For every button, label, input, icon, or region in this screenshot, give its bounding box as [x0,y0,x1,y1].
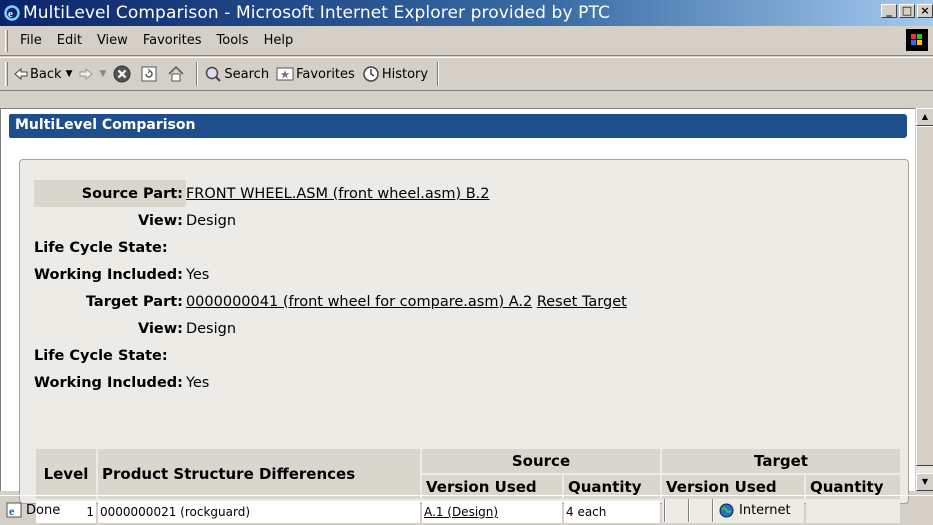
target-lifecycle-value [186,342,627,369]
menu-tools[interactable]: Tools [211,33,258,48]
menu-bar: File Edit View Favorites Tools Help [0,26,933,56]
source-working-label: Working Included: [34,266,183,283]
back-button[interactable]: Back ▼ [14,67,72,82]
status-pane-2 [689,498,713,522]
toolbar-separator [437,62,440,86]
internet-explorer-icon: e [3,4,21,22]
minimize-button[interactable]: _ [881,4,897,18]
menu-view[interactable]: View [91,33,137,48]
svg-text:e: e [8,8,13,20]
comparison-panel: Source Part: FRONT WHEEL.ASM (front whee… [19,159,909,523]
toolbar-grip[interactable] [5,62,8,86]
status-pane-1 [665,498,689,522]
search-button[interactable]: Search [204,65,269,83]
status-main-pane: e Done [0,498,665,522]
back-label: Back [30,66,62,82]
target-part-link[interactable]: 0000000041 (front wheel for compare.asm)… [186,294,532,310]
target-view-label: View: [137,320,183,337]
source-part-value-cell: FRONT WHEEL.ASM (front wheel.asm) B.2 [186,180,627,207]
windows-logo-icon [906,29,928,51]
security-zone-pane: Internet [713,498,913,522]
menu-file[interactable]: File [14,33,51,48]
target-working-value: Yes [185,374,210,391]
toolbar-separator [196,62,199,86]
favorites-label: Favorites [296,66,355,82]
source-view-label: View: [137,212,183,229]
back-dropdown-icon[interactable]: ▼ [66,69,73,79]
standard-toolbar: Back ▼ ▼ Search Favorites History [0,57,933,91]
source-lifecycle-value [186,234,627,261]
vertical-scrollbar[interactable]: ▲ ▼ [915,108,933,491]
forward-arrow-icon [79,68,94,80]
internet-globe-icon [719,503,734,518]
forward-button[interactable]: ▼ [79,68,106,80]
security-zone-label: Internet [739,502,791,518]
home-button[interactable] [167,65,187,83]
maximize-button[interactable]: □ [899,4,915,18]
close-button[interactable]: × [917,4,933,18]
target-view-value: Design [185,320,237,337]
menu-grip[interactable] [5,29,8,52]
source-part-label: Source Part: [34,180,186,207]
page-done-icon: e [6,502,22,518]
source-view-value: Design [185,212,237,229]
search-icon [204,65,222,83]
home-icon [167,65,185,83]
stop-button[interactable] [113,65,133,83]
source-group-header: Source [422,449,660,473]
refresh-button[interactable] [140,65,160,83]
window-title-bar: e MultiLevel Comparison - Microsoft Inte… [0,0,933,26]
status-text: Done [26,502,61,518]
favorites-button[interactable]: Favorites [276,66,355,82]
page-header: MultiLevel Comparison [9,114,907,138]
target-part-label: Target Part: [85,293,183,310]
stop-icon [113,65,131,83]
scroll-up-button[interactable]: ▲ [916,108,933,126]
source-working-value: Yes [185,266,210,283]
target-lifecycle-label: Life Cycle State: [34,347,168,364]
menu-help[interactable]: Help [258,33,303,48]
history-button[interactable]: History [362,65,428,83]
search-label: Search [224,66,270,82]
menu-edit[interactable]: Edit [51,33,91,48]
differences-header: Product Structure Differences [98,449,420,499]
reset-target-link[interactable]: Reset Target [537,294,627,310]
status-bar: e Done Internet [0,495,933,524]
refresh-icon [140,65,158,83]
page-viewport: MultiLevel Comparison Source Part: FRONT… [0,108,915,523]
target-working-label: Working Included: [34,374,183,391]
target-part-value-cell: 0000000041 (front wheel for compare.asm)… [186,288,627,315]
history-icon [362,65,380,83]
back-arrow-icon [14,68,28,80]
window-title: MultiLevel Comparison - Microsoft Intern… [23,3,610,23]
svg-text:e: e [9,504,15,518]
source-lifecycle-label: Life Cycle State: [34,239,168,256]
source-part-link[interactable]: FRONT WHEEL.ASM (front wheel.asm) B.2 [186,186,490,202]
menu-favorites[interactable]: Favorites [137,33,211,48]
scroll-down-button[interactable]: ▼ [916,473,933,491]
scroll-thumb[interactable] [916,126,933,466]
favorites-icon [276,66,294,82]
target-group-header: Target [662,449,900,473]
forward-dropdown-icon[interactable]: ▼ [99,69,106,79]
level-header: Level [36,449,96,499]
part-info-table: Source Part: FRONT WHEEL.ASM (front whee… [34,180,627,396]
history-label: History [381,66,429,82]
